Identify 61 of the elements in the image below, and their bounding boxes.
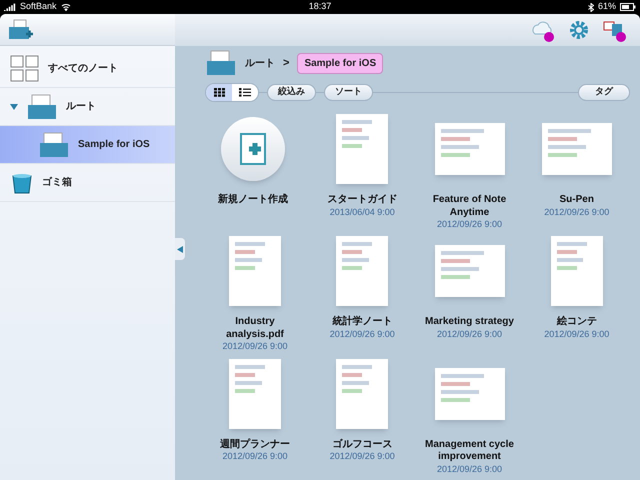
note-date: 2013/06/04 9:00 — [330, 206, 395, 218]
breadcrumb-item[interactable]: ルート — [245, 56, 275, 70]
sidebar-item[interactable]: すべてのノート — [0, 50, 175, 88]
note-thumbnail[interactable] — [229, 236, 281, 306]
note-thumbnail[interactable] — [229, 358, 281, 428]
note-thumbnail[interactable] — [434, 245, 504, 298]
note-thumbnail[interactable] — [336, 114, 388, 184]
tag-button[interactable]: タグ — [578, 84, 630, 100]
list-icon — [239, 88, 251, 96]
folder-icon — [38, 130, 70, 158]
collapse-handle[interactable] — [175, 238, 185, 260]
note-title: 新規ノート作成 — [218, 194, 288, 206]
note-date: 2012/09/26 9:00 — [436, 219, 502, 230]
note-title: スタートガイド — [327, 194, 398, 206]
clock: 18:37 — [308, 0, 332, 14]
disclosure-icon[interactable] — [10, 104, 18, 110]
note-date: 2012/09/26 9:00 — [222, 341, 288, 352]
note-date: 2012/09/26 9:00 — [544, 206, 610, 218]
note-title: Management cycle improvement — [424, 438, 515, 464]
battery-icon — [620, 3, 636, 11]
note-thumbnail[interactable] — [550, 236, 603, 306]
note-title: 統計学ノート — [332, 316, 392, 329]
toolbar-button[interactable]: 絞込み — [267, 84, 316, 100]
folder-icon — [26, 92, 58, 120]
note-title: ゴルフコース — [332, 438, 392, 451]
new-folder-icon[interactable] — [8, 18, 34, 40]
note-thumbnail[interactable] — [434, 123, 504, 175]
carrier-name: SoftBank — [20, 0, 57, 14]
settings-icon[interactable] — [568, 19, 590, 41]
note-thumbnail[interactable] — [336, 236, 388, 306]
folder-icon — [205, 49, 237, 77]
notebook-plus-icon — [237, 132, 269, 166]
note-title: Feature of Note Anytime — [432, 194, 508, 219]
note-date: 2012/09/26 9:00 — [436, 464, 502, 475]
note-title: 絵コンテ — [556, 316, 597, 329]
note-date: 2012/09/26 9:00 — [436, 328, 502, 340]
note-date: 2012/09/26 9:00 — [330, 451, 395, 462]
note-title: Marketing strategy — [425, 316, 514, 329]
note-date: 2012/09/26 9:00 — [544, 328, 610, 340]
grid-icon — [10, 54, 40, 82]
signal-icon — [4, 3, 16, 11]
new-note-button[interactable] — [221, 117, 285, 181]
sidebar-item[interactable]: ゴミ箱 — [0, 164, 175, 202]
note-title: 週間プランナー — [220, 438, 290, 451]
left-triangle-icon — [177, 246, 183, 252]
grid-icon — [214, 88, 224, 96]
sidebar-item[interactable]: Sample for iOS — [0, 126, 175, 164]
note-date: 2012/09/26 9:00 — [330, 328, 395, 340]
note-date: 2012/09/26 9:00 — [222, 451, 288, 462]
toolbar-button[interactable]: ソート — [324, 84, 373, 100]
grid-view-button[interactable] — [206, 84, 232, 100]
note-thumbnail[interactable] — [542, 123, 612, 175]
bluetooth-icon — [588, 2, 594, 12]
wifi-icon — [60, 3, 71, 11]
breadcrumb-separator: > — [283, 56, 290, 71]
note-thumbnail[interactable] — [336, 358, 388, 428]
breadcrumb-item[interactable]: Sample for iOS — [297, 52, 384, 74]
battery-percent: 61% — [598, 0, 616, 14]
note-title: Su-Pen — [560, 194, 594, 206]
note-title: Industry analysis.pdf — [225, 316, 285, 342]
note-thumbnail[interactable] — [434, 368, 504, 420]
